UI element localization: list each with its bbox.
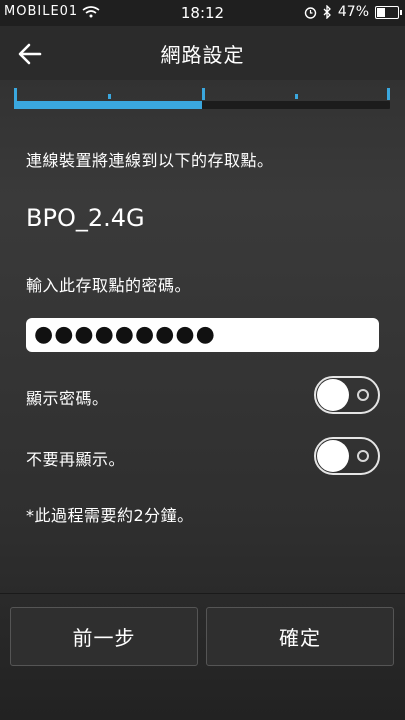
progress-tick	[14, 88, 17, 109]
progress-fill	[14, 101, 202, 109]
show-password-label: 顯示密碼。	[26, 389, 109, 408]
duration-note: *此過程需要約2分鐘。	[26, 506, 194, 525]
password-prompt: 輸入此存取點的密碼。	[26, 276, 192, 295]
bluetooth-icon	[323, 5, 331, 19]
progress-tick	[295, 94, 298, 99]
status-bar: MOBILE01 18:12 47%	[0, 0, 405, 26]
dont-show-again-label: 不要再顯示。	[26, 450, 126, 469]
ssid-label: BPO_2.4G	[26, 204, 145, 232]
show-password-toggle[interactable]	[314, 376, 380, 414]
previous-step-button[interactable]: 前一步	[10, 607, 198, 666]
footer-divider	[0, 593, 405, 594]
battery-percent: 47%	[337, 4, 369, 20]
progress-tick	[202, 88, 205, 100]
instruction-text: 連線裝置將連線到以下的存取點。	[26, 151, 274, 170]
status-right: 47%	[304, 4, 402, 20]
toggle-off-indicator	[357, 450, 369, 462]
app-header: 網路設定	[0, 26, 405, 80]
dont-show-again-toggle[interactable]	[314, 437, 380, 475]
progress-tick	[108, 94, 111, 99]
toggle-off-indicator	[357, 389, 369, 401]
back-arrow-icon[interactable]	[16, 40, 44, 68]
page-title: 網路設定	[160, 42, 245, 67]
setup-progress-bar	[14, 88, 390, 110]
progress-tick	[387, 88, 390, 100]
password-input[interactable]: ●●●●●●●●●	[26, 318, 379, 352]
confirm-button[interactable]: 確定	[206, 607, 394, 666]
alarm-icon	[304, 6, 317, 19]
toggle-knob	[317, 440, 349, 472]
toggle-knob	[317, 379, 349, 411]
battery-icon	[375, 5, 402, 19]
